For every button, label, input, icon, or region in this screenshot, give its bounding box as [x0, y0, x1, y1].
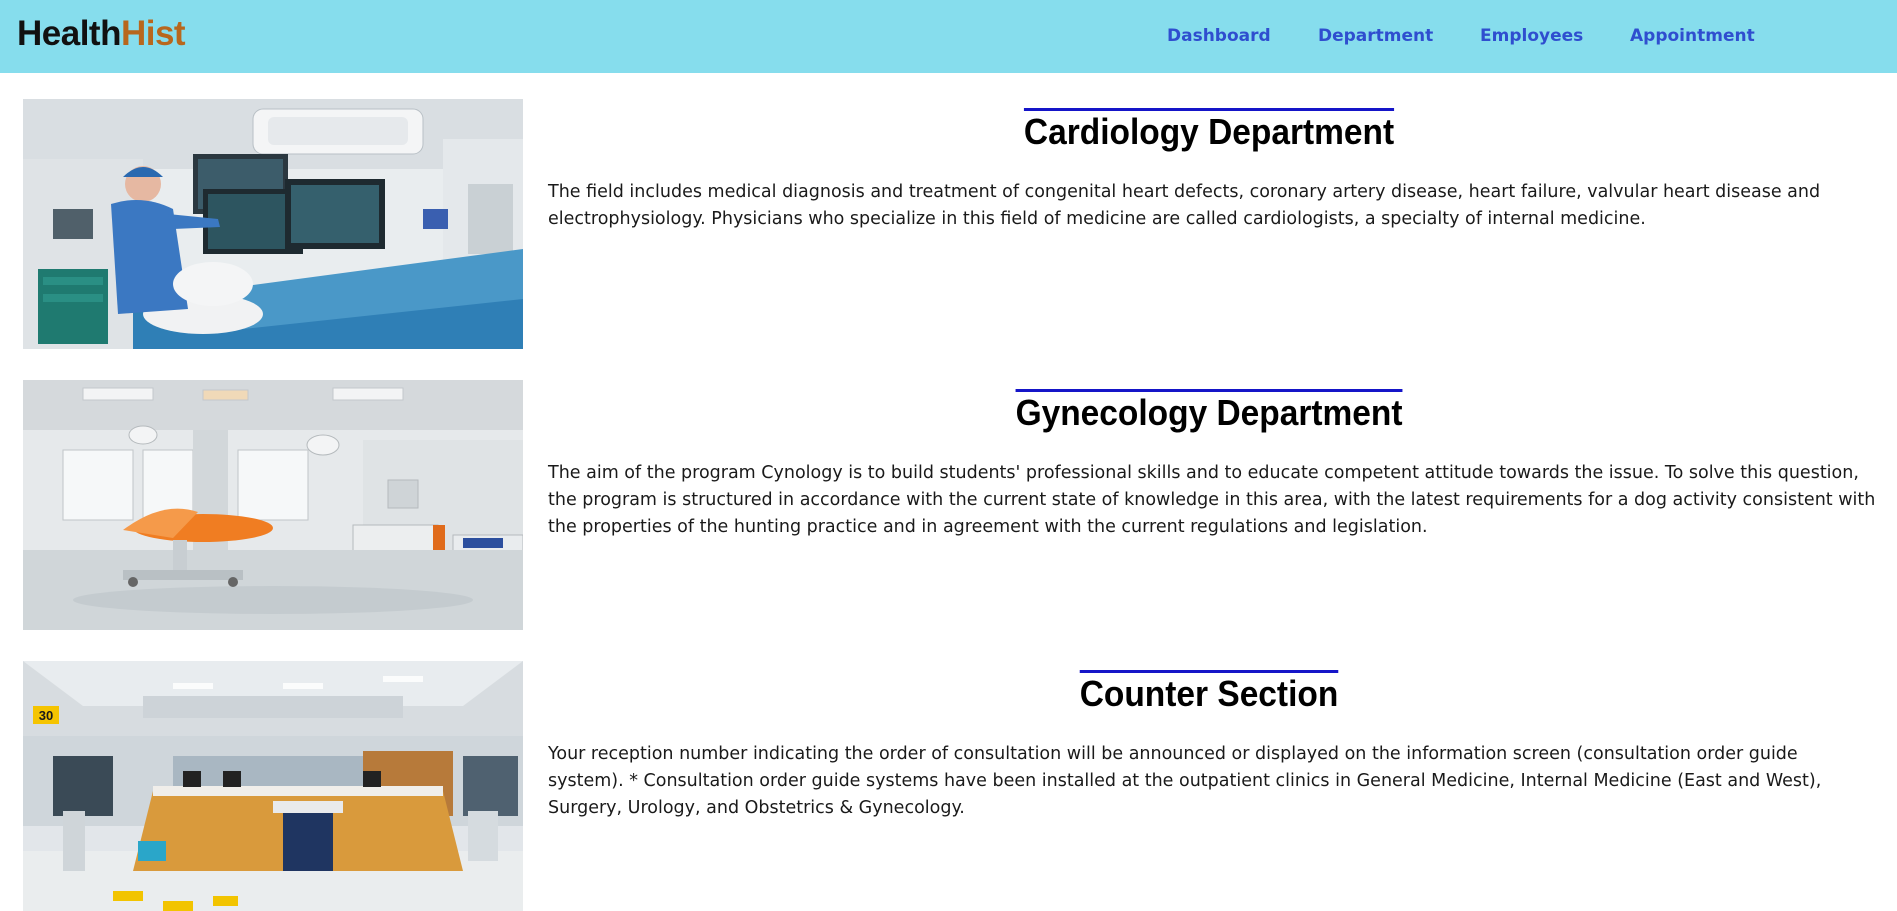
nav-link-employees[interactable]: Employees	[1480, 28, 1583, 45]
counter-section-image: 30	[23, 661, 523, 911]
nav-link-dashboard[interactable]: Dashboard	[1167, 28, 1271, 45]
cardiology-image	[23, 99, 523, 349]
section-heading-wrap: Counter Section	[548, 670, 1870, 714]
section-description: The field includes medical diagnosis and…	[548, 182, 1821, 229]
section-description: Your reception number indicating the ord…	[548, 744, 1822, 818]
department-card-cardiology: Cardiology Department The field includes…	[0, 99, 1897, 349]
nav-link-department[interactable]: Department	[1318, 28, 1433, 45]
department-card-gynecology: Gynecology Department The aim of the pro…	[0, 380, 1897, 630]
section-title: Counter Section	[1079, 670, 1339, 714]
gynecology-image	[23, 380, 523, 630]
section-title: Gynecology Department	[1015, 389, 1403, 433]
counter-number-sign: 30	[39, 708, 53, 723]
section-heading-wrap: Cardiology Department	[548, 108, 1870, 152]
section-description: The aim of the program Cynology is to bu…	[548, 463, 1876, 537]
top-navbar: HealthHist Dashboard Department Employee…	[0, 0, 1897, 73]
nav-links: Dashboard Department Employees Appointme…	[0, 0, 1897, 73]
nav-link-appointment[interactable]: Appointment	[1630, 28, 1755, 45]
section-heading-wrap: Gynecology Department	[548, 389, 1870, 433]
department-card-counter: 30 Counter Section Your reception number…	[0, 661, 1897, 911]
section-title: Cardiology Department	[1023, 108, 1395, 152]
